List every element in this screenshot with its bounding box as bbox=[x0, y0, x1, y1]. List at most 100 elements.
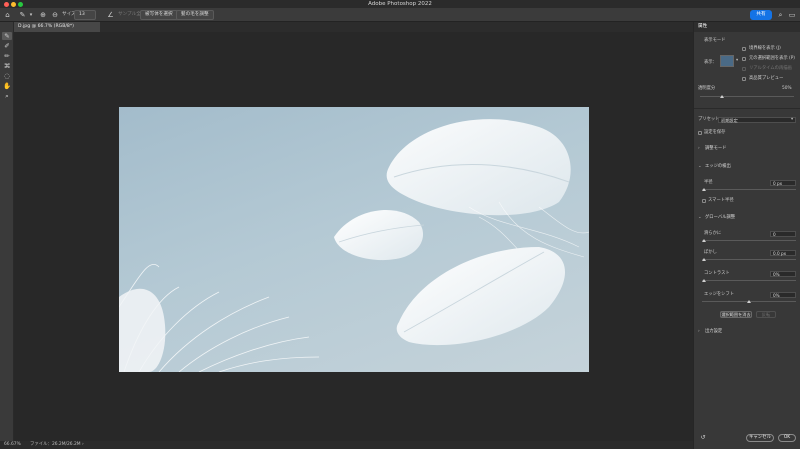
brush-subtract-mode-icon[interactable]: ⊖ bbox=[50, 10, 60, 20]
app-title: Adobe Photoshop 2022 bbox=[368, 1, 432, 7]
smart-radius-label: スマート半径 bbox=[708, 198, 734, 203]
opacity-slider-thumb[interactable] bbox=[720, 95, 724, 98]
global-refine-section[interactable]: グローバル調整 bbox=[705, 215, 735, 221]
cancel-button[interactable]: キャンセル bbox=[746, 434, 774, 442]
edge-detection-section[interactable]: エッジの検出 bbox=[705, 164, 731, 170]
divider bbox=[694, 108, 800, 109]
view-label: 表示： bbox=[704, 60, 717, 65]
status-chevron-icon[interactable]: › bbox=[82, 441, 84, 449]
view-mode-heading: 表示モード bbox=[704, 38, 726, 43]
home-icon[interactable]: ⌂ bbox=[3, 10, 12, 20]
feather-field[interactable]: 0.0 px bbox=[770, 250, 796, 256]
clear-selection-label: 選択範囲を消去 bbox=[721, 312, 751, 317]
preset-chevron-icon[interactable]: ▾ bbox=[791, 117, 793, 123]
smooth-field[interactable]: 0 bbox=[770, 231, 796, 237]
edge-detection-chevron-icon[interactable]: ⌄ bbox=[698, 164, 702, 170]
size-field[interactable]: 13 bbox=[74, 10, 96, 20]
brush-angle-icon[interactable]: ∠ bbox=[106, 10, 115, 20]
radius-value: 0 px bbox=[773, 181, 783, 186]
radius-slider[interactable] bbox=[702, 189, 796, 190]
opacity-slider[interactable] bbox=[700, 96, 794, 97]
toolbar: ✎ ✐ ✏ ⌘ ◌ ✋ ⌕ bbox=[0, 22, 14, 441]
radius-field[interactable]: 0 px bbox=[770, 180, 796, 186]
chevron-down-icon[interactable]: ▾ bbox=[28, 10, 34, 20]
smooth-slider[interactable] bbox=[702, 240, 796, 241]
radius-label: 半径 bbox=[704, 180, 713, 185]
show-edges-checkbox[interactable] bbox=[742, 47, 746, 51]
adjust-mode-chevron-icon[interactable]: › bbox=[698, 146, 700, 152]
feather-photo[interactable] bbox=[119, 107, 589, 372]
quick-selection-tool-icon[interactable]: ✎ bbox=[2, 32, 12, 40]
hand-tool-icon[interactable]: ✋ bbox=[2, 82, 12, 90]
global-refine-chevron-icon[interactable]: ⌄ bbox=[698, 215, 702, 221]
object-selection-tool-icon[interactable]: ⌘ bbox=[2, 62, 12, 70]
feather-slider[interactable] bbox=[702, 259, 796, 260]
select-subject-button[interactable]: 被写体を選択 bbox=[140, 10, 178, 20]
share-label: 共有 bbox=[756, 12, 766, 17]
panel-header: 属性 bbox=[694, 22, 800, 32]
realtime-label: リアルタイムの再描画 bbox=[749, 66, 792, 71]
smart-radius-checkbox[interactable] bbox=[702, 199, 706, 203]
brush-tool-preset-icon[interactable]: ✎ bbox=[18, 10, 27, 20]
feather-value: 0.0 px bbox=[773, 251, 787, 256]
show-edges-label: 境界線を表示 (J) bbox=[749, 46, 781, 51]
smooth-slider-thumb[interactable] bbox=[702, 239, 706, 242]
zoom-level[interactable]: 66.67% bbox=[4, 441, 21, 449]
shift-edge-field[interactable]: 0% bbox=[770, 292, 796, 298]
brush-add-mode-icon[interactable]: ⊕ bbox=[38, 10, 48, 20]
remember-settings-label: 設定を保存 bbox=[704, 130, 726, 135]
show-original-label: 元の選択範囲を表示 (P) bbox=[749, 56, 795, 61]
search-icon[interactable]: ⌕ bbox=[776, 10, 785, 20]
preset-value: 初期設定 bbox=[721, 118, 738, 123]
lasso-tool-icon[interactable]: ◌ bbox=[2, 72, 12, 80]
feather-image-art bbox=[119, 119, 589, 372]
adjust-mode-section[interactable]: 調整モード bbox=[705, 146, 726, 152]
document-tab-label: D.jpg @ 66.7% (RGB/8*) bbox=[18, 24, 74, 29]
smooth-value: 0 bbox=[773, 232, 776, 237]
file-info: ファイル：26.2M/26.2M bbox=[30, 442, 81, 447]
invert-label: 反転 bbox=[761, 312, 771, 317]
feather-label: ぼかし bbox=[704, 250, 717, 255]
refine-edge-brush-icon[interactable]: ✐ bbox=[2, 42, 12, 50]
remember-settings-checkbox[interactable] bbox=[698, 131, 702, 135]
zoom-tool-icon[interactable]: ⌕ bbox=[2, 92, 12, 100]
shift-edge-slider-thumb[interactable] bbox=[747, 300, 751, 303]
opacity-value[interactable]: 50% bbox=[782, 86, 792, 92]
document-tab[interactable]: D.jpg @ 66.7% (RGB/8*) bbox=[14, 22, 100, 32]
radius-slider-thumb[interactable] bbox=[702, 188, 706, 191]
show-original-checkbox[interactable] bbox=[742, 57, 746, 61]
contrast-value: 0% bbox=[773, 272, 780, 277]
title-bar: Adobe Photoshop 2022 bbox=[0, 0, 800, 8]
view-dropdown-chevron-icon[interactable]: ▾ bbox=[736, 58, 738, 64]
document-tab-bar: D.jpg @ 66.7% (RGB/8*) bbox=[14, 22, 694, 32]
brush-tool-icon[interactable]: ✏ bbox=[2, 52, 12, 60]
panel-title[interactable]: 属性 bbox=[698, 22, 707, 32]
contrast-slider-thumb[interactable] bbox=[702, 279, 706, 282]
opacity-label: 透明度分 bbox=[698, 86, 716, 91]
reset-icon[interactable]: ↺ bbox=[698, 433, 708, 443]
hq-preview-checkbox[interactable] bbox=[742, 77, 746, 81]
feather-slider-thumb[interactable] bbox=[702, 258, 706, 261]
canvas-area[interactable] bbox=[14, 32, 693, 441]
contrast-slider[interactable] bbox=[702, 280, 796, 281]
properties-panel: 属性 表示モード 表示： ▾ 境界線を表示 (J) 元の選択範囲を表示 (P) … bbox=[693, 22, 800, 449]
contrast-field[interactable]: 0% bbox=[770, 271, 796, 277]
status-bar: 66.67% ファイル：26.2M/26.2M › bbox=[0, 441, 693, 449]
output-settings-chevron-icon[interactable]: › bbox=[698, 329, 700, 335]
cancel-label: キャンセル bbox=[749, 435, 771, 440]
refine-hair-button[interactable]: 髪の毛を調整 bbox=[176, 10, 214, 20]
smooth-label: 滑らかに bbox=[704, 231, 722, 236]
shift-edge-label: エッジをシフト bbox=[704, 292, 735, 297]
ok-button[interactable]: OK bbox=[778, 434, 796, 442]
clear-selection-button[interactable]: 選択範囲を消去 bbox=[720, 311, 752, 318]
share-button[interactable]: 共有 bbox=[750, 10, 772, 20]
options-bar: ⌂ ✎ ▾ ⊕ ⊖ サイズ： 13 ∠ サンプル全レイヤー 被写体を選択 髪の毛… bbox=[0, 8, 800, 22]
hq-preview-label: 高品質プレビュー bbox=[749, 76, 784, 81]
shift-edge-value: 0% bbox=[773, 293, 780, 298]
view-mode-thumbnail[interactable] bbox=[720, 55, 734, 67]
workspace-icon[interactable]: ▭ bbox=[787, 10, 797, 20]
invert-button: 反転 bbox=[756, 311, 776, 318]
preset-dropdown[interactable]: 初期設定 bbox=[718, 117, 796, 123]
output-settings-section[interactable]: 出力設定 bbox=[705, 329, 722, 335]
realtime-checkbox bbox=[742, 67, 746, 71]
